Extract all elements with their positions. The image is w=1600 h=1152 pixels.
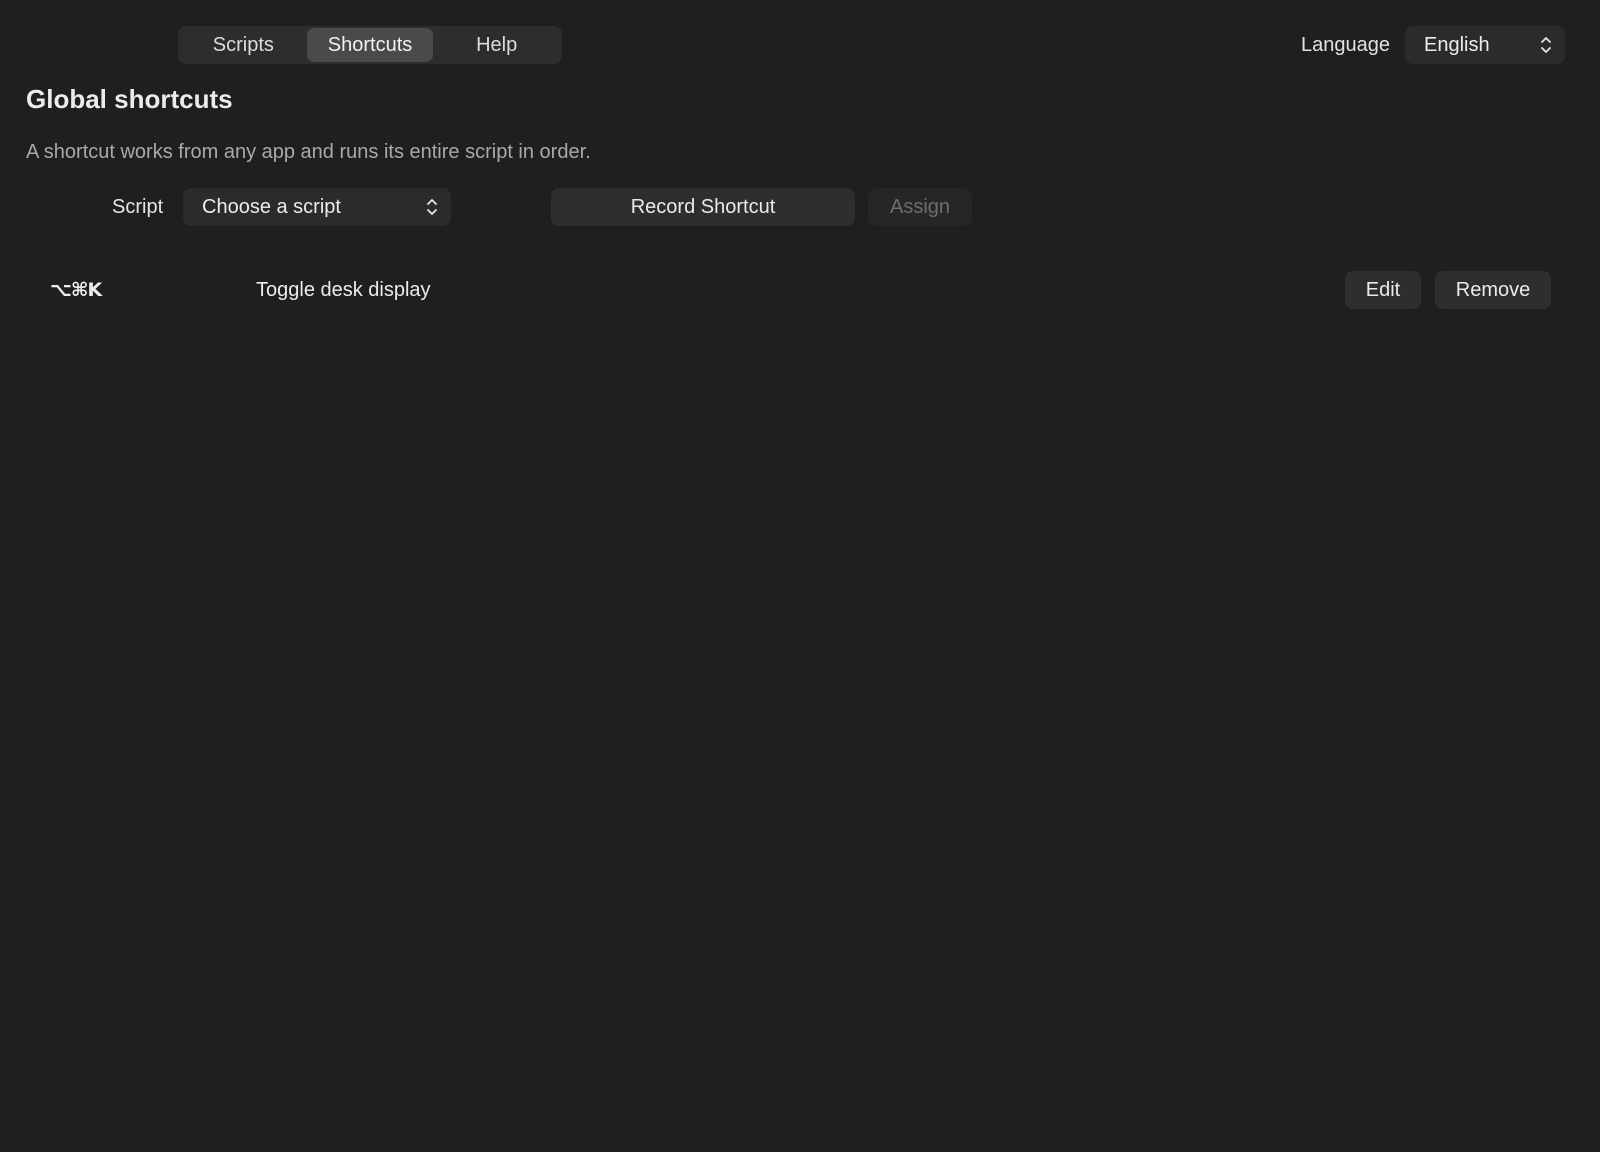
record-shortcut-button[interactable]: Record Shortcut [551, 188, 855, 226]
script-select[interactable]: Choose a script [183, 188, 451, 226]
chevron-up-down-icon [1539, 35, 1553, 55]
shortcuts-window: Scripts Shortcuts Help Language English … [0, 0, 1600, 1152]
script-label: Script [112, 196, 164, 218]
chevron-up-down-icon [425, 197, 439, 217]
page-description: A shortcut works from any app and runs i… [26, 141, 591, 163]
tab-scripts[interactable]: Scripts [180, 28, 307, 62]
assign-button[interactable]: Assign [868, 188, 972, 226]
page-title: Global shortcuts [26, 84, 233, 114]
language-select[interactable]: English [1405, 26, 1565, 64]
language-value: English [1424, 33, 1490, 56]
remove-button[interactable]: Remove [1435, 271, 1551, 309]
tab-shortcuts[interactable]: Shortcuts [306, 28, 434, 62]
tab-help[interactable]: Help [433, 28, 560, 62]
script-select-value: Choose a script [202, 195, 341, 218]
edit-button[interactable]: Edit [1345, 271, 1421, 309]
shortcut-keys: ⌥⌘K [50, 279, 102, 301]
shortcut-script-name: Toggle desk display [256, 279, 431, 301]
tab-bar: Scripts Shortcuts Help [178, 26, 562, 64]
shortcut-row: ⌥⌘K Toggle desk display Edit Remove [0, 268, 1600, 312]
language-label: Language [1301, 34, 1390, 56]
